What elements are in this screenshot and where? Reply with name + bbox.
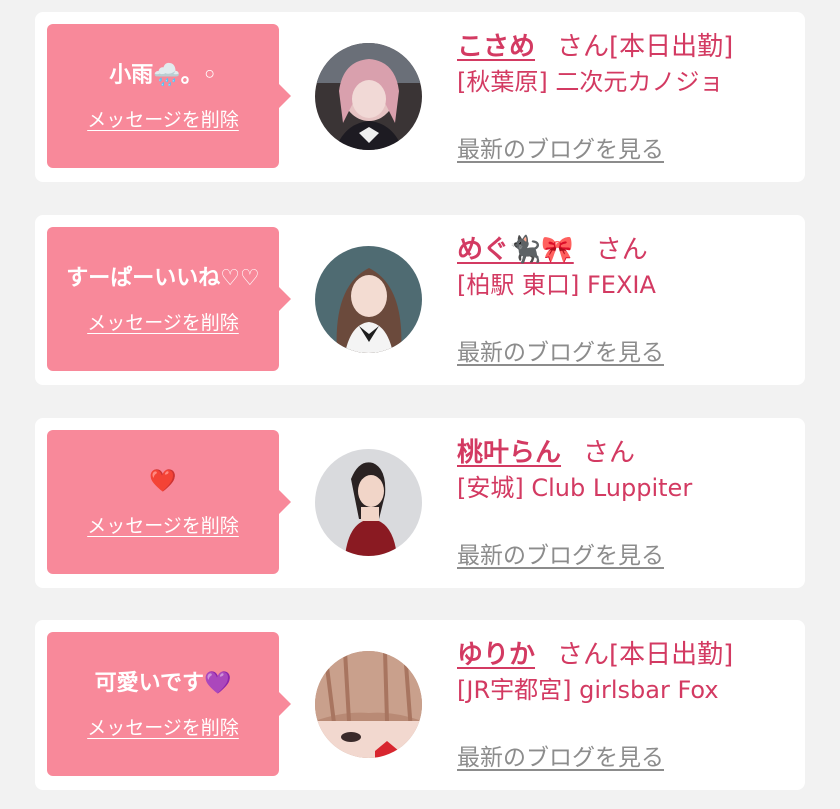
message-card: ❤️ メッセージを削除 桃叶らん さん [安城] Club Luppiter 最新… xyxy=(35,418,805,588)
profile-name-link[interactable]: めぐ🐈‍⬛🎀 xyxy=(457,235,574,265)
avatar[interactable] xyxy=(315,43,422,150)
message-text: 小雨🌧️。◦ xyxy=(109,62,217,88)
profile-name-link[interactable]: ゆりか xyxy=(457,640,535,670)
avatar[interactable] xyxy=(315,449,422,556)
message-card: すーぱーいいね♡♡ メッセージを削除 めぐ🐈‍⬛🎀 さん [柏駅 東口] FEXI… xyxy=(35,215,805,385)
profile-info: ゆりか さん[本日出勤] [JR宇都宮] girlsbar Fox 最新のブログを… xyxy=(457,638,797,771)
message-text: 可愛いです💜 xyxy=(94,670,232,696)
honorific: さん xyxy=(557,32,610,62)
shop-label: [秋葉原] 二次元カノジョ xyxy=(457,68,724,96)
message-bubble: ❤️ メッセージを削除 xyxy=(47,430,291,574)
status-badge: [本日出勤] xyxy=(609,640,734,670)
shop-label: [安城] Club Luppiter xyxy=(457,474,693,502)
message-bubble: 小雨🌧️。◦ メッセージを削除 xyxy=(47,24,291,168)
latest-blog-link[interactable]: 最新のブログを見る xyxy=(457,738,664,772)
message-list: 小雨🌧️。◦ メッセージを削除 こさめ さん[本日出勤] [秋葉原] 二次元カノジ… xyxy=(0,0,840,809)
avatar[interactable] xyxy=(315,651,422,758)
message-card: 小雨🌧️。◦ メッセージを削除 こさめ さん[本日出勤] [秋葉原] 二次元カノジ… xyxy=(35,12,805,182)
profile-info: 桃叶らん さん [安城] Club Luppiter 最新のブログを見る xyxy=(457,436,797,569)
honorific: さん xyxy=(583,438,636,468)
latest-blog-link[interactable]: 最新のブログを見る xyxy=(457,333,664,367)
message-text: ❤️ xyxy=(149,468,177,494)
delete-message-link[interactable]: メッセージを削除 xyxy=(87,308,239,335)
message-text: すーぱーいいね♡♡ xyxy=(66,265,260,291)
shop-label: [柏駅 東口] FEXIA xyxy=(457,271,656,299)
delete-message-link[interactable]: メッセージを削除 xyxy=(87,511,239,538)
honorific: さん xyxy=(557,640,610,670)
latest-blog-link[interactable]: 最新のブログを見る xyxy=(457,130,664,164)
avatar[interactable] xyxy=(315,246,422,353)
delete-message-link[interactable]: メッセージを削除 xyxy=(87,713,239,740)
shop-label: [JR宇都宮] girlsbar Fox xyxy=(457,676,719,704)
message-bubble: すーぱーいいね♡♡ メッセージを削除 xyxy=(47,227,291,371)
message-bubble: 可愛いです💜 メッセージを削除 xyxy=(47,632,291,776)
latest-blog-link[interactable]: 最新のブログを見る xyxy=(457,536,664,570)
status-badge: [本日出勤] xyxy=(609,32,734,62)
delete-message-link[interactable]: メッセージを削除 xyxy=(87,105,239,132)
profile-name-link[interactable]: こさめ xyxy=(457,32,535,62)
profile-info: めぐ🐈‍⬛🎀 さん [柏駅 東口] FEXIA 最新のブログを見る xyxy=(457,233,797,366)
profile-name-link[interactable]: 桃叶らん xyxy=(457,438,561,468)
profile-info: こさめ さん[本日出勤] [秋葉原] 二次元カノジョ 最新のブログを見る xyxy=(457,30,797,163)
honorific: さん xyxy=(595,235,648,265)
message-card: 可愛いです💜 メッセージを削除 ゆりか さん[本日出勤] [JR宇都宮] girl… xyxy=(35,620,805,790)
